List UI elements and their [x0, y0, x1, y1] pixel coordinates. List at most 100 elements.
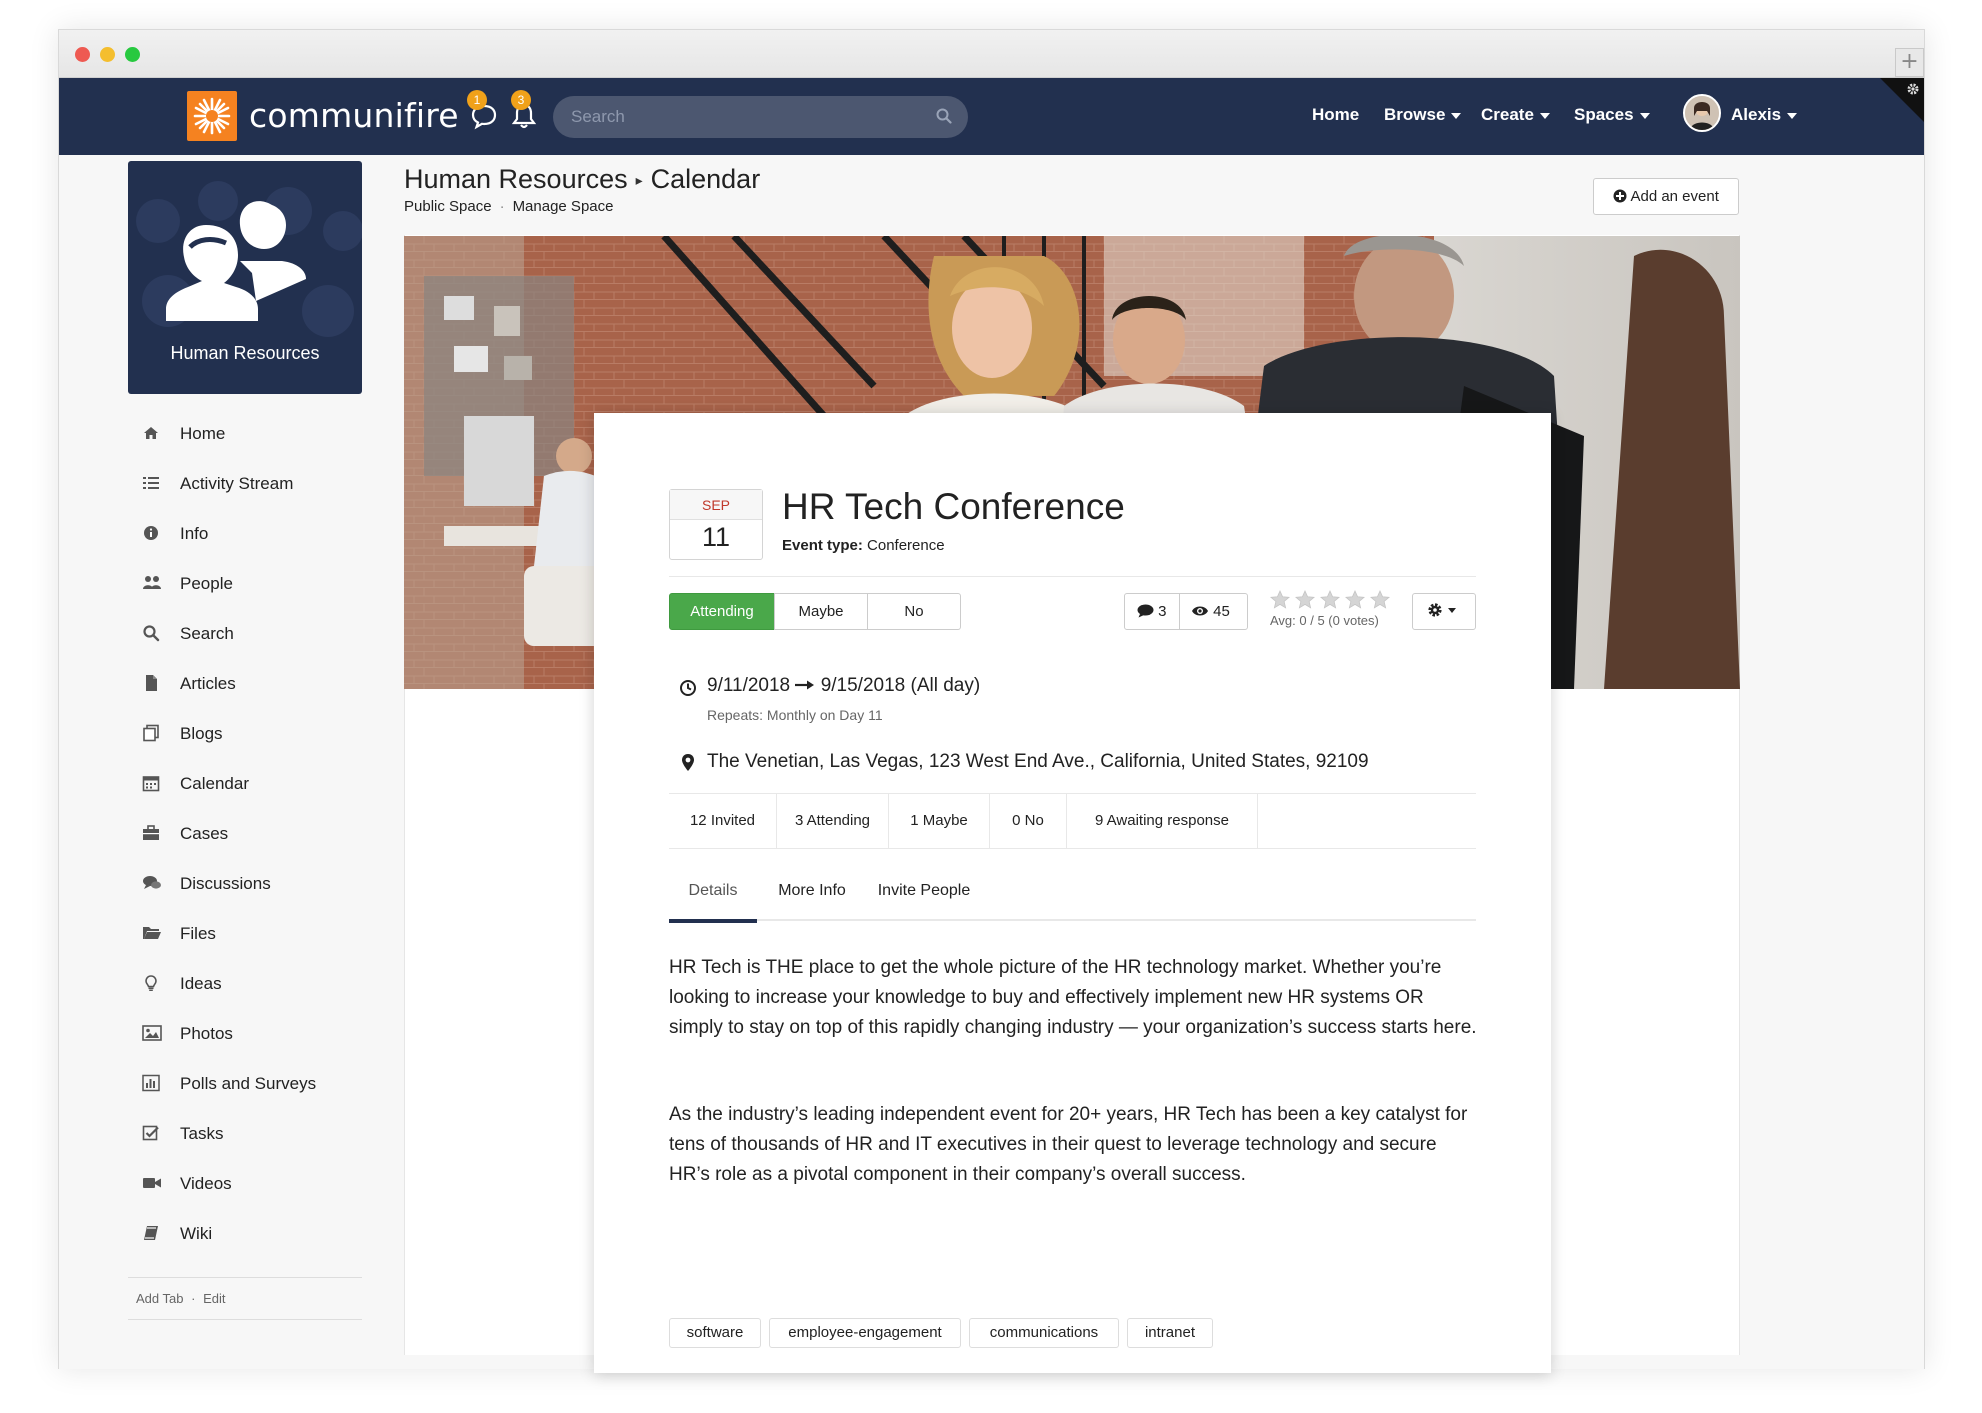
tab-more-info[interactable]: More Info — [767, 869, 857, 921]
tab-invite-people[interactable]: Invite People — [865, 869, 983, 921]
manage-space-link[interactable]: Manage Space — [513, 198, 614, 215]
user-name: Alexis — [1731, 105, 1782, 124]
no-count[interactable]: 0 No — [990, 794, 1067, 848]
maybe-count[interactable]: 1 Maybe — [889, 794, 990, 848]
awaiting-response-count[interactable]: 9 Awaiting response — [1067, 794, 1258, 848]
notifications-bell-icon[interactable]: 3 — [511, 90, 537, 135]
event-type-label: Event type: — [782, 537, 863, 554]
star-icon[interactable] — [1270, 590, 1290, 609]
star-icon[interactable] — [1345, 590, 1365, 609]
rsvp-attending-button[interactable]: Attending — [669, 593, 775, 630]
comments-count-button[interactable]: 3 — [1137, 594, 1167, 629]
sidebar-item-label: Files — [180, 924, 216, 943]
close-window-button[interactable] — [75, 47, 90, 62]
sidebar-item-files[interactable]: Files — [128, 918, 362, 948]
comment-icon — [1137, 604, 1154, 618]
star-icon[interactable] — [1320, 590, 1340, 609]
search-input[interactable] — [571, 96, 921, 138]
sidebar-item-label: Discussions — [180, 874, 271, 893]
event-settings-button[interactable] — [1412, 593, 1476, 630]
sidebar-item-articles[interactable]: Articles — [128, 668, 362, 698]
user-avatar[interactable] — [1683, 94, 1721, 132]
event-tabs: Details More Info Invite People — [669, 869, 1476, 923]
sidebar-item-activity-stream[interactable]: Activity Stream — [128, 468, 362, 498]
sidebar-item-blogs[interactable]: Blogs — [128, 718, 362, 748]
sidebar-item-info[interactable]: Info — [128, 518, 362, 548]
sidebar-item-polls-and-surveys[interactable]: Polls and Surveys — [128, 1068, 362, 1098]
add-event-button[interactable]: Add an event — [1593, 178, 1739, 215]
star-icon[interactable] — [1370, 590, 1390, 609]
calendar-icon — [142, 774, 160, 792]
sidebar-item-photos[interactable]: Photos — [128, 1018, 362, 1048]
space-card[interactable]: Human Resources — [128, 161, 362, 394]
tag-link[interactable]: employee-engagement — [769, 1318, 961, 1348]
sidebar-item-search[interactable]: Search — [128, 618, 362, 648]
clock-icon — [679, 679, 697, 703]
user-menu-dropdown[interactable]: Alexis — [1731, 105, 1798, 125]
star-icon[interactable] — [1295, 590, 1315, 609]
messages-badge: 1 — [467, 90, 487, 110]
rsvp-no-button[interactable]: No — [867, 593, 961, 630]
rsvp-maybe-button[interactable]: Maybe — [774, 593, 868, 630]
brand-name[interactable]: communifire — [249, 96, 459, 135]
arrow-right-icon — [795, 680, 815, 690]
chevron-down-icon — [1539, 112, 1550, 119]
date-start: 9/11/2018 — [707, 675, 791, 696]
event-type: Event type: Conference — [782, 537, 945, 554]
messages-icon[interactable]: 1 — [467, 90, 497, 135]
nav-browse-dropdown[interactable]: Browse — [1384, 105, 1462, 125]
sidebar-item-calendar[interactable]: Calendar — [128, 768, 362, 798]
nav-create-dropdown[interactable]: Create — [1481, 105, 1550, 125]
blog-icon — [142, 724, 160, 742]
sidebar-item-label: Ideas — [180, 974, 222, 993]
minimize-window-button[interactable] — [100, 47, 115, 62]
sidebar-item-label: Cases — [180, 824, 229, 843]
rating-average: Avg: 0 / 5 (0 votes) — [1270, 613, 1379, 628]
sidebar-item-home[interactable]: Home — [128, 418, 362, 448]
eye-icon — [1192, 606, 1208, 616]
search-icon — [142, 624, 160, 642]
communifire-logo-icon[interactable] — [187, 91, 237, 141]
footer-separator: · — [191, 1291, 196, 1306]
people-icon — [142, 574, 161, 592]
nav-create-label: Create — [1481, 105, 1534, 124]
sidebar-item-wiki[interactable]: Wiki — [128, 1218, 362, 1248]
sidebar-item-discussions[interactable]: Discussions — [128, 868, 362, 898]
location-text[interactable]: The Venetian, Las Vegas, 123 West End Av… — [707, 751, 1369, 773]
tag-link[interactable]: software — [669, 1318, 761, 1348]
engagement-stats: 3 45 — [1124, 593, 1248, 630]
nav-spaces-label: Spaces — [1574, 105, 1634, 124]
book-icon — [142, 1224, 160, 1242]
sidebar-item-ideas[interactable]: Ideas — [128, 968, 362, 998]
attending-count[interactable]: 3 Attending — [777, 794, 889, 848]
nav-spaces-dropdown[interactable]: Spaces — [1574, 105, 1650, 125]
sidebar-item-people[interactable]: People — [128, 568, 362, 598]
new-tab-icon[interactable]: + — [1895, 48, 1924, 77]
notifications-badge: 3 — [511, 90, 531, 110]
plus-circle-icon — [1613, 189, 1627, 203]
stat-divider — [1179, 594, 1180, 629]
tab-details[interactable]: Details — [669, 869, 757, 923]
comments-count: 3 — [1158, 603, 1167, 620]
sidebar-item-cases[interactable]: Cases — [128, 818, 362, 848]
info-icon — [142, 524, 160, 542]
search-icon[interactable] — [936, 108, 952, 129]
sidebar-item-tasks[interactable]: Tasks — [128, 1118, 362, 1148]
edit-tabs-link[interactable]: Edit — [203, 1291, 225, 1306]
sidebar-item-videos[interactable]: Videos — [128, 1168, 362, 1198]
event-repeats: Repeats: Monthly on Day 11 — [707, 707, 883, 723]
list-icon — [142, 474, 160, 492]
tag-link[interactable]: intranet — [1127, 1318, 1213, 1348]
search-box — [553, 96, 968, 138]
sidebar-item-label: Search — [180, 624, 234, 643]
tag-link[interactable]: communications — [969, 1318, 1119, 1348]
maximize-window-button[interactable] — [125, 47, 140, 62]
add-tab-link[interactable]: Add Tab — [136, 1291, 183, 1306]
nav-home-link[interactable]: Home — [1312, 105, 1359, 125]
gear-icon[interactable] — [1906, 82, 1920, 101]
invited-count[interactable]: 12 Invited — [669, 794, 777, 848]
checkbox-icon — [142, 1124, 160, 1142]
discussion-icon — [142, 874, 161, 892]
event-type-value: Conference — [867, 537, 945, 554]
breadcrumb-space-link[interactable]: Human Resources — [404, 164, 628, 194]
